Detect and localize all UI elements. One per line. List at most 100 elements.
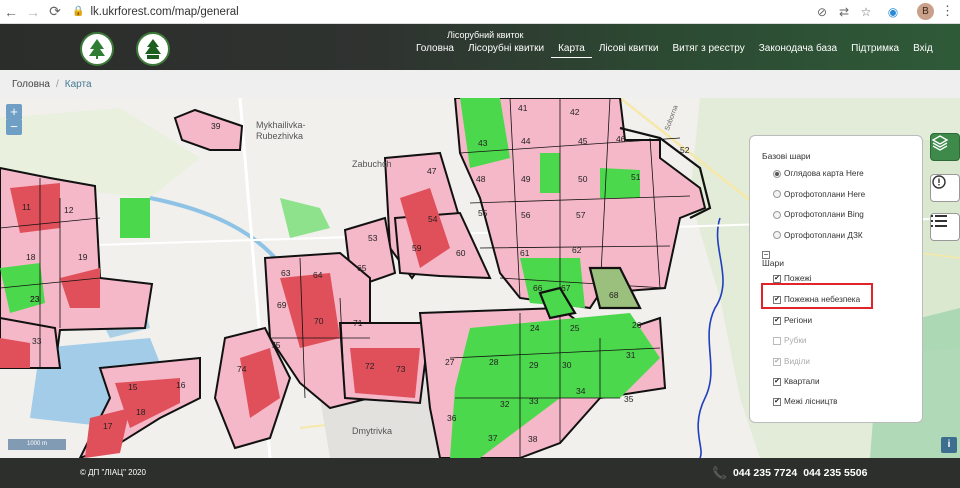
forest-block-number[interactable]: 64 [313,270,323,280]
forest-block-number[interactable]: 17 [103,421,113,431]
checkbox-icon[interactable]: ✔ [773,274,781,283]
radio-icon[interactable] [773,210,781,219]
extension-icon[interactable]: ◉ [884,3,902,21]
forest-block-number[interactable]: 59 [412,243,422,253]
forest-block-number[interactable]: 71 [353,318,363,328]
checkbox-icon[interactable]: ✔ [773,357,781,366]
forest-block-number[interactable]: 62 [572,245,582,255]
back-icon[interactable]: ← [0,1,22,23]
phone-1[interactable]: 044 235 7724 [733,467,797,479]
layer-option-4[interactable]: ✔ Виділи [773,357,810,366]
forest-block-number[interactable]: 35 [624,394,634,404]
forest-block-number[interactable]: 51 [631,172,641,182]
forest-block-number[interactable]: 72 [365,361,375,371]
forest-block-number[interactable]: 25 [570,323,580,333]
forward-icon[interactable]: → [22,1,44,23]
forest-block-number[interactable]: 19 [78,252,88,262]
base-layer-option-2[interactable]: Ортофотоплани Bing [773,210,864,219]
forest-block-number[interactable]: 29 [529,360,539,370]
forest-block-number[interactable]: 48 [476,174,486,184]
forest-block-number[interactable]: 75 [271,340,281,350]
nav-item-2[interactable]: Карта [551,43,592,58]
forest-block-number[interactable]: 39 [211,121,221,131]
layers-toggle-button[interactable] [930,133,960,161]
checkbox-icon[interactable]: ✔ [773,377,781,386]
ukrforest-logo[interactable] [80,32,114,66]
forest-block-number[interactable]: 53 [368,233,378,243]
forest-block-number[interactable]: 34 [576,386,586,396]
forest-block-number[interactable]: 50 [578,174,588,184]
forest-block-number[interactable]: 52 [680,145,690,155]
forest-block-number[interactable]: 24 [530,323,540,333]
nav-item-7[interactable]: Вхід [906,43,940,58]
base-layer-option-1[interactable]: Ортофотоплани Here [773,190,865,199]
forest-block-number[interactable]: 37 [488,433,498,443]
layer-option-6[interactable]: ✔ Межі лісництв [773,397,838,406]
translate-icon[interactable]: ⇄ [835,3,853,21]
nav-item-6[interactable]: Підтримка [844,43,906,58]
forest-block-number[interactable]: 57 [576,210,586,220]
forest-block-number[interactable]: 23 [30,294,40,304]
forest-block-number[interactable]: 67 [561,283,571,293]
forest-block-number[interactable]: 36 [447,413,457,423]
layer-option-2[interactable]: ✔ Регіони [773,316,812,325]
forest-block-number[interactable]: 42 [570,107,580,117]
nav-item-3[interactable]: Лісові квитки [592,43,666,58]
nav-item-0[interactable]: Головна [409,43,461,58]
base-layer-option-3[interactable]: Ортофотоплани ДЗК [773,231,863,240]
nav-item-4[interactable]: Витяг з реєстру [665,43,751,58]
forest-block-number[interactable]: 18 [136,407,146,417]
forest-block-number[interactable]: 73 [396,364,406,374]
forest-block-number[interactable]: 54 [428,214,438,224]
liac-logo[interactable] [136,32,170,66]
forest-block-number[interactable]: 32 [500,399,510,409]
forest-block-number[interactable]: 60 [456,248,466,258]
forest-block-number[interactable]: 30 [562,360,572,370]
layer-option-0[interactable]: ✔ Пожежі [773,274,812,283]
base-layer-option-0[interactable]: Оглядова карта Here [773,169,864,178]
forest-block-number[interactable]: 45 [578,136,588,146]
forest-block-number[interactable]: 15 [128,382,138,392]
reload-icon[interactable]: ⟳ [44,1,66,23]
nav-item-1[interactable]: Лісорубні квитки [461,43,551,58]
forest-block-number[interactable]: 16 [176,380,186,390]
forest-block-number[interactable]: 43 [478,138,488,148]
forest-block-number[interactable]: 12 [64,205,74,215]
forest-map[interactable]: Mykhailivka- Rubezhivka Zabuchch Dmytriv… [0,98,960,458]
forest-block-number[interactable]: 26 [632,320,642,330]
checkbox-icon[interactable]: ✔ [773,316,781,325]
nav-item-5[interactable]: Законодача база [752,43,844,58]
forest-block-number[interactable]: 33 [529,396,539,406]
browser-menu-icon[interactable]: ⋮ [941,3,954,19]
forest-block-number[interactable]: 41 [518,103,528,113]
forest-block-number[interactable]: 65 [357,263,367,273]
forest-block-number[interactable]: 33 [32,336,42,346]
forest-block-number[interactable]: 56 [521,210,531,220]
forest-block-number[interactable]: 49 [521,174,531,184]
forest-block-number[interactable]: 61 [520,248,530,258]
checkbox-icon[interactable] [773,336,781,345]
forest-block-number[interactable]: 27 [445,357,455,367]
forest-block-number[interactable]: 63 [281,268,291,278]
legend-list-button[interactable] [930,213,960,241]
radio-icon[interactable] [773,231,781,239]
site-permission-icon[interactable]: ⊘ [813,3,831,21]
forest-block-number[interactable]: 44 [521,136,531,146]
forest-block-number[interactable]: 70 [314,316,324,326]
layer-option-5[interactable]: ✔ Квартали [773,377,820,386]
layer-option-3[interactable]: Рубки [773,336,807,345]
forest-block-number[interactable]: 46 [616,134,626,144]
forest-block-number[interactable]: 69 [277,300,287,310]
forest-block-number[interactable]: 74 [237,364,247,374]
forest-block-number[interactable]: 68 [609,290,619,300]
profile-avatar[interactable]: B [917,3,934,20]
forest-block-number[interactable]: 28 [489,357,499,367]
address-bar[interactable]: 🔒 lk.ukrforest.com/map/general [72,6,239,18]
checkbox-icon[interactable]: ✔ [773,397,781,406]
info-button[interactable]: i [941,437,957,453]
zoom-in-button[interactable]: + [6,104,22,120]
alert-button[interactable] [930,174,960,202]
forest-block-number[interactable]: 55 [478,208,488,218]
forest-block-number[interactable]: 11 [22,202,31,212]
forest-block-number[interactable]: 66 [533,283,543,293]
